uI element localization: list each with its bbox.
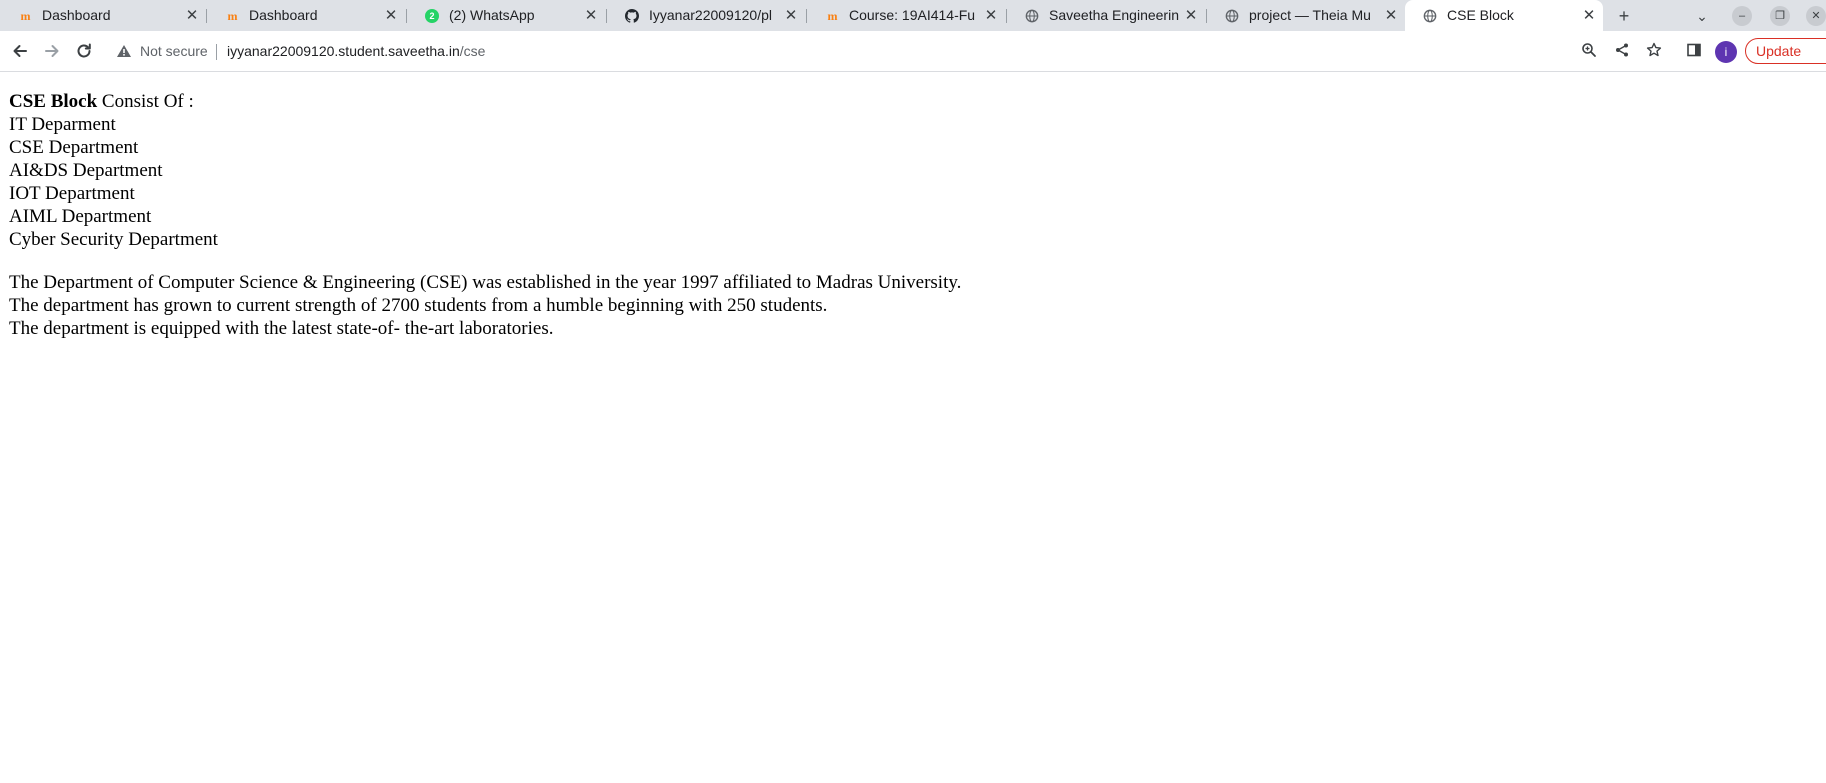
address-bar[interactable]: Not secure iyyanar22009120.student.savee…	[108, 36, 1588, 66]
share-icon[interactable]	[1611, 39, 1633, 61]
minimize-icon[interactable]: –	[1732, 6, 1752, 26]
back-arrow-icon[interactable]	[8, 39, 32, 63]
new-tab-button[interactable]: +	[1612, 4, 1636, 28]
tab-title: Iyyanar22009120/pl	[649, 7, 772, 23]
tab-title: CSE Block	[1447, 7, 1514, 23]
update-button[interactable]: Update ⋮	[1745, 38, 1826, 64]
heading-bold: CSE Block	[9, 91, 98, 112]
github-icon	[625, 9, 639, 23]
tab-title: Course: 19AI414-Fu	[849, 7, 976, 23]
department-item: CSE Department	[9, 137, 139, 158]
close-icon[interactable]: ✕	[583, 8, 599, 24]
department-item: IT Deparment	[9, 114, 116, 135]
tab-whatsapp[interactable]: 2 (2) WhatsApp ✕	[407, 0, 607, 31]
tab-github[interactable]: Iyyanar22009120/pl ✕	[607, 0, 807, 31]
restore-icon[interactable]: ❐	[1770, 6, 1790, 26]
omnibox-divider	[216, 44, 217, 60]
tab-dashboard-2[interactable]: m Dashboard ✕	[207, 0, 407, 31]
whatsapp-icon: 2	[425, 9, 439, 23]
forward-arrow-icon[interactable]	[40, 39, 64, 63]
tab-dashboard-1[interactable]: m Dashboard ✕	[0, 0, 207, 31]
department-item: IOT Department	[9, 183, 135, 204]
description-line: The department is equipped with the late…	[9, 318, 554, 339]
tab-strip: m Dashboard ✕ m Dashboard ✕ 2 (2) WhatsA…	[0, 0, 1826, 31]
warning-icon	[116, 44, 132, 58]
tab-cse-block[interactable]: CSE Block ✕	[1405, 0, 1603, 31]
tab-title: (2) WhatsApp	[449, 7, 535, 23]
close-icon[interactable]: ✕	[383, 8, 399, 24]
close-icon[interactable]: ✕	[1581, 8, 1597, 24]
close-icon[interactable]: ✕	[184, 8, 200, 24]
close-icon[interactable]: ✕	[983, 8, 999, 24]
reload-icon[interactable]	[72, 39, 96, 63]
browser-toolbar: Not secure iyyanar22009120.student.savee…	[0, 31, 1826, 72]
description-paragraph: The Department of Computer Science & Eng…	[9, 271, 961, 340]
url-path: /cse	[459, 43, 486, 59]
globe-icon	[1225, 9, 1239, 23]
close-icon[interactable]: ✕	[1383, 8, 1399, 24]
moodle-icon: m	[827, 8, 838, 23]
department-item: AIML Department	[9, 206, 152, 227]
close-window-icon[interactable]: ✕	[1806, 6, 1826, 26]
profile-avatar[interactable]: i	[1715, 41, 1737, 63]
globe-icon	[1423, 9, 1437, 23]
tab-title: project — Theia Mu	[1249, 7, 1371, 23]
url-host: iyyanar22009120.student.saveetha.in	[227, 43, 460, 59]
department-item: AI&DS Department	[9, 160, 163, 181]
description-line: The department has grown to current stre…	[9, 295, 828, 316]
close-icon[interactable]: ✕	[1183, 8, 1199, 24]
tab-course[interactable]: m Course: 19AI414-Fu ✕	[807, 0, 1007, 31]
moodle-icon: m	[227, 8, 238, 23]
department-list: IT Deparment CSE Department AI&DS Depart…	[9, 113, 961, 251]
moodle-icon: m	[20, 8, 31, 23]
close-icon[interactable]: ✕	[783, 8, 799, 24]
tab-search-chevron-icon[interactable]: ⌄	[1690, 4, 1714, 28]
globe-icon	[1025, 9, 1039, 23]
url-text[interactable]: iyyanar22009120.student.saveetha.in/cse	[227, 43, 485, 59]
tab-title: Dashboard	[42, 7, 111, 23]
tab-title: Dashboard	[249, 7, 318, 23]
description-line: The Department of Computer Science & Eng…	[9, 272, 962, 293]
zoom-icon[interactable]	[1578, 39, 1600, 61]
page-heading: CSE Block Consist Of :	[9, 90, 961, 113]
heading-rest: Consist Of :	[97, 91, 194, 112]
tab-title: Saveetha Engineerin	[1049, 7, 1179, 23]
update-label: Update	[1756, 43, 1802, 59]
tab-theia[interactable]: project — Theia Mu ✕	[1207, 0, 1407, 31]
tab-saveetha[interactable]: Saveetha Engineerin ✕	[1007, 0, 1207, 31]
not-secure-label[interactable]: Not secure	[140, 43, 208, 59]
side-panel-icon[interactable]	[1683, 39, 1705, 61]
bookmark-star-icon[interactable]	[1643, 39, 1665, 61]
page-content: CSE Block Consist Of : IT Deparment CSE …	[9, 90, 961, 340]
department-item: Cyber Security Department	[9, 229, 218, 250]
